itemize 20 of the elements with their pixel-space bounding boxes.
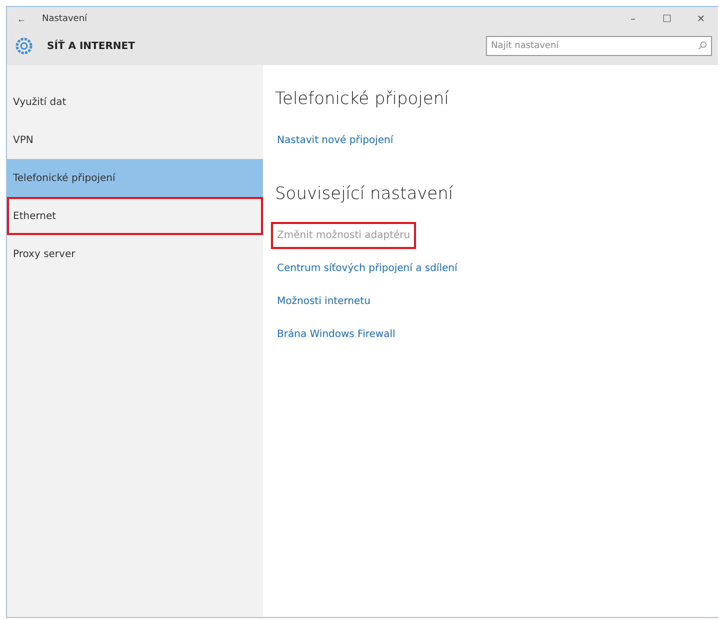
section-title: SÍŤ A INTERNET	[47, 40, 135, 52]
sidebar-item[interactable]: Využití dat	[7, 83, 263, 121]
sidebar-item[interactable]: Proxy server	[7, 235, 263, 273]
sidebar-item[interactable]: VPN	[7, 121, 263, 159]
search-field[interactable]: Najít nastavení	[486, 36, 712, 56]
gear-icon	[15, 37, 33, 55]
settings-link[interactable]: Brána Windows Firewall	[271, 321, 402, 348]
minimize-button[interactable]: –	[616, 7, 650, 31]
section-heading: Telefonické připojení	[275, 89, 450, 109]
settings-link[interactable]: Možnosti internetu	[271, 288, 376, 315]
sidebar-item[interactable]: Ethernet	[7, 197, 263, 235]
section-heading: Související nastavení	[275, 184, 454, 204]
maximize-button[interactable]: ☐	[650, 7, 684, 31]
sidebar-item[interactable]: Telefonické připojení	[7, 159, 263, 197]
search-icon	[698, 41, 707, 50]
window-title: Nastavení	[42, 14, 88, 24]
settings-link[interactable]: Centrum síťových připojení a sdílení	[271, 255, 464, 282]
back-button[interactable]: ←	[17, 14, 26, 24]
settings-link[interactable]: Nastavit nové připojení	[271, 127, 400, 154]
close-button[interactable]: ✕	[684, 7, 718, 31]
